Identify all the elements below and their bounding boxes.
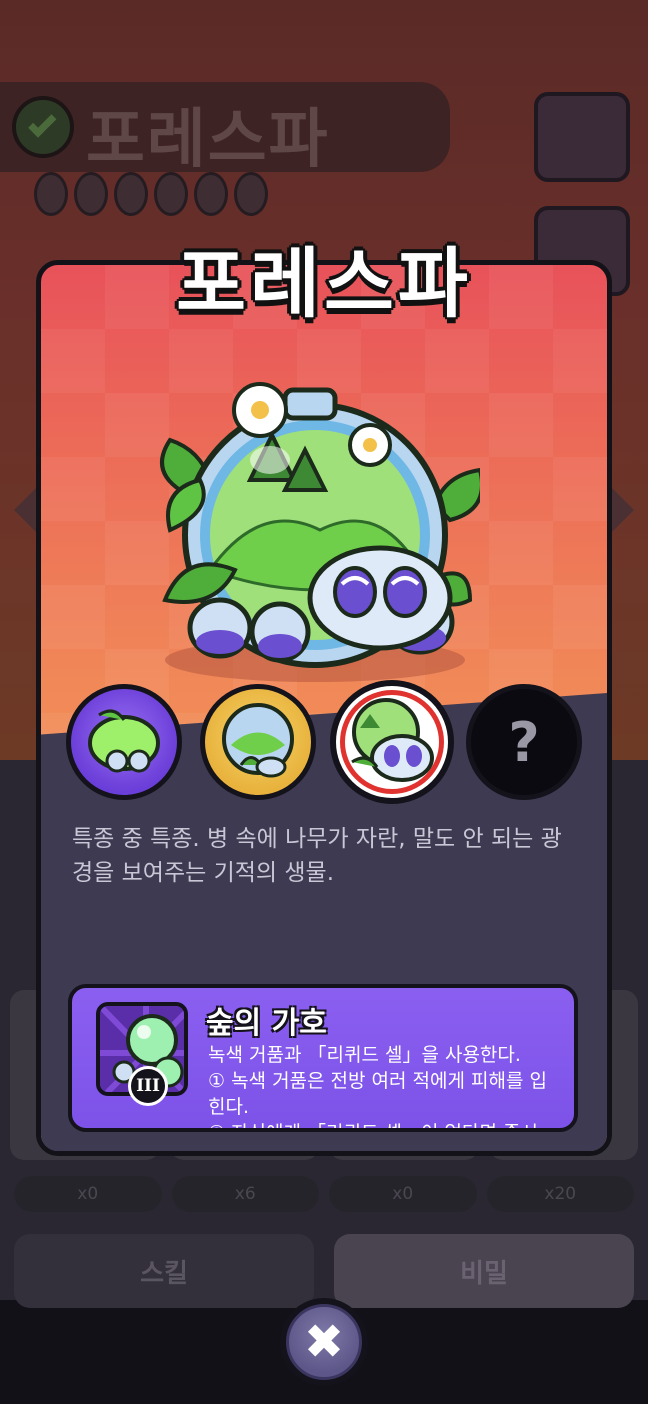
background-count: x0 xyxy=(329,1176,477,1212)
background-character-name: 포레스파 xyxy=(86,103,330,177)
creature-illustration xyxy=(150,370,484,690)
selected-ring xyxy=(340,690,444,794)
skill-line: ② 자신에게 「리퀴드 셀」이 없다면 즉시 xyxy=(208,1120,560,1128)
moon-icon xyxy=(34,172,68,216)
forest-jar-creature-icon xyxy=(160,382,484,682)
character-title: 포레스파 xyxy=(174,237,472,330)
prev-arrow-icon xyxy=(14,488,36,532)
moon-icon xyxy=(114,172,148,216)
moon-icon xyxy=(154,172,188,216)
background-counts: x0 x6 x0 x20 xyxy=(14,1176,634,1212)
close-icon: ✖ xyxy=(286,1304,362,1380)
character-description: 특종 중 특종. 병 속에 나무가 자란, 말도 안 되는 광경을 보여주는 기… xyxy=(72,826,562,886)
background-count: x0 xyxy=(14,1176,162,1212)
gold-skin-icon xyxy=(222,703,294,778)
background-count: x6 xyxy=(171,1176,319,1212)
question-mark-icon: ? xyxy=(508,710,540,774)
skill-line: 녹색 거품과 「리퀴드 셀」을 사용한다. xyxy=(208,1044,521,1066)
skin-portrait-locked[interactable]: ? xyxy=(466,684,582,800)
background-count: x20 xyxy=(486,1176,634,1212)
skill-card[interactable]: III 숲의 가호 녹색 거품과 「리퀴드 셀」을 사용한다. ① 녹색 거품은… xyxy=(68,984,578,1132)
skill-title: 숲의 가호 xyxy=(206,1006,327,1041)
moon-icon xyxy=(194,172,228,216)
background-secret-button: 비밀 xyxy=(334,1234,634,1308)
moon-icon xyxy=(74,172,108,216)
moon-icon xyxy=(234,172,268,216)
skill-description[interactable]: 녹색 거품과 「리퀴드 셀」을 사용한다. ① 녹색 거품은 전방 여러 적에게… xyxy=(208,1042,560,1128)
check-icon xyxy=(12,96,74,158)
skill-line: ① 녹색 거품은 전방 여러 적에게 피해를 입힌다. xyxy=(208,1070,547,1118)
close-button[interactable]: ✖ xyxy=(280,1298,368,1386)
background-star-rating xyxy=(34,172,268,216)
purple-skin-icon xyxy=(88,709,160,773)
skin-portrait-1[interactable] xyxy=(66,684,182,800)
background-secret-label: 비밀 xyxy=(460,1258,508,1289)
skin-portrait-3-selected[interactable] xyxy=(330,680,454,804)
next-arrow-icon xyxy=(612,488,634,532)
background-skill-label: 스킬 xyxy=(140,1258,188,1289)
background-side-tile xyxy=(534,92,630,182)
background-skill-button: 스킬 xyxy=(14,1234,314,1308)
skill-level-badge: III xyxy=(128,1066,168,1106)
skin-portrait-2[interactable] xyxy=(200,684,316,800)
